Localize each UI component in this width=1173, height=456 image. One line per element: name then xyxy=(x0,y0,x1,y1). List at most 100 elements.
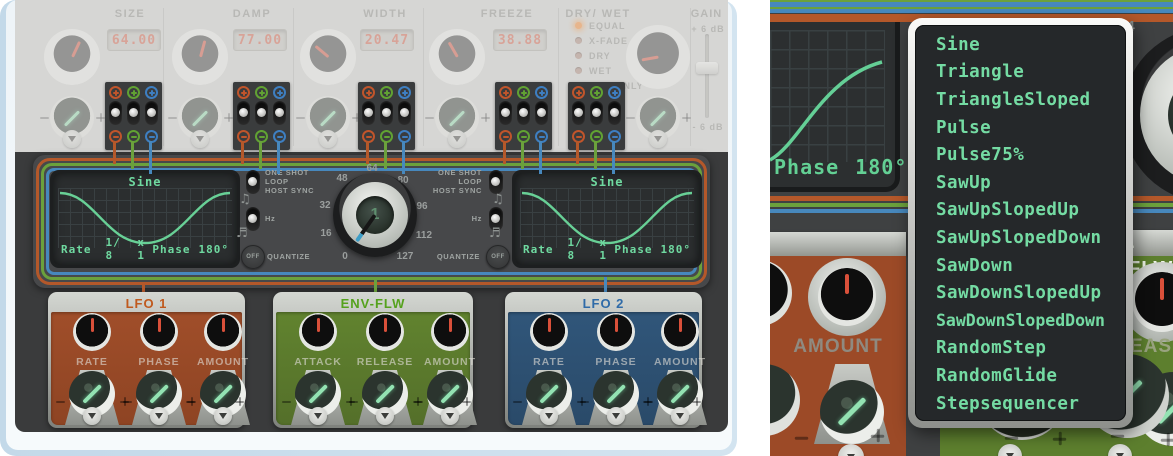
env-amount-knob[interactable] xyxy=(431,313,469,351)
env-target-button[interactable] xyxy=(998,444,1022,456)
lfo2-rate-target-button[interactable] xyxy=(540,407,558,425)
mod-toggle-lfo1[interactable] xyxy=(572,101,585,125)
knob-pointer xyxy=(548,318,551,332)
knob-pointer xyxy=(447,42,458,58)
damp-mod-menu-button[interactable] xyxy=(191,130,209,148)
mod-toggle-lfo1[interactable] xyxy=(237,101,250,125)
lfo1-phase-knob[interactable] xyxy=(140,313,178,351)
lfo1-rate-knob[interactable] xyxy=(73,313,111,351)
phase-value[interactable]: 180° xyxy=(661,243,692,256)
mod-toggle-env[interactable] xyxy=(255,101,268,125)
lfo1-amount-knob[interactable] xyxy=(204,313,242,351)
lfo1-mode-toggle[interactable] xyxy=(246,170,260,194)
lfo1-rate-target-button[interactable] xyxy=(83,407,101,425)
width-knob[interactable] xyxy=(300,29,356,85)
width-mod-menu-button[interactable] xyxy=(319,130,337,148)
lfo1-rate-unit-toggle[interactable] xyxy=(246,207,260,231)
damp-knob[interactable] xyxy=(172,29,228,85)
lfo2-rate-label: RATE xyxy=(517,356,581,368)
mod-toggle-lfo2[interactable] xyxy=(608,101,621,125)
lfo2-mode-toggle[interactable] xyxy=(489,170,503,194)
mod-toggle-lfo2[interactable] xyxy=(398,101,411,125)
size-knob[interactable] xyxy=(44,29,100,85)
size-mod-menu-button[interactable] xyxy=(63,130,81,148)
freeze-mod-menu-button[interactable] xyxy=(448,130,466,148)
mod-toggle-lfo1[interactable] xyxy=(499,101,512,125)
menu-item-sawdownslopedup[interactable]: SawDownSlopedUp xyxy=(915,279,1126,307)
rate-mult-value[interactable]: x 1 xyxy=(137,236,152,262)
env-amount-target-button[interactable] xyxy=(441,407,459,425)
mod-toggle-env[interactable] xyxy=(127,101,140,125)
env-attack-target-button[interactable] xyxy=(309,407,327,425)
mod-toggle-lfo2[interactable] xyxy=(145,101,158,125)
lfo2-amount-knob[interactable] xyxy=(661,313,699,351)
mod-toggle-lfo2[interactable] xyxy=(273,101,286,125)
radio-dry-label: DRY xyxy=(589,51,611,61)
menu-item-sine[interactable]: Sine xyxy=(915,31,1126,59)
mod-toggle-env[interactable] xyxy=(517,101,530,125)
radio-xfade-label: X-FADE xyxy=(589,36,628,46)
lfo1-quantize-button[interactable]: OFF xyxy=(241,245,265,269)
lfo2-panel-body: RATE PHASE AMOUNT xyxy=(508,312,699,425)
lfo2-phase-knob[interactable] xyxy=(597,313,635,351)
menu-item-sawup[interactable]: SawUp xyxy=(915,169,1126,197)
lfo2-amount-target-button[interactable] xyxy=(671,407,689,425)
radio-equal[interactable] xyxy=(575,22,582,29)
menu-item-sawdownslopeddown[interactable]: SawDownSlopedDown xyxy=(915,307,1126,335)
amount-target-button[interactable] xyxy=(838,444,864,456)
menu-item-trianglesloped[interactable]: TriangleSloped xyxy=(915,86,1126,114)
plus-icon xyxy=(398,86,411,99)
drywet-mod-menu-button[interactable] xyxy=(649,130,667,148)
plus-icon xyxy=(237,86,250,99)
minus-icon xyxy=(39,112,50,123)
hz-label: Hz xyxy=(265,214,275,223)
plus-icon xyxy=(590,86,603,99)
phase-value[interactable]: 180° xyxy=(855,155,907,179)
phase-value[interactable]: 180° xyxy=(199,243,230,256)
knob-pointer xyxy=(845,274,849,294)
env-attack-knob[interactable] xyxy=(299,313,337,351)
mod-toggle-lfo1[interactable] xyxy=(362,101,375,125)
rate-value[interactable]: 1/ 8 xyxy=(106,236,126,262)
rate-mult-value[interactable]: x 1 xyxy=(599,236,614,262)
env-release-knob[interactable] xyxy=(366,313,404,351)
radio-xfade[interactable] xyxy=(575,37,582,44)
menu-item-pulse75[interactable]: Pulse75% xyxy=(915,141,1126,169)
env-release-label: RELEASE xyxy=(353,356,417,368)
freeze-knob[interactable] xyxy=(429,29,485,85)
mod-toggle-env[interactable] xyxy=(590,101,603,125)
menu-item-sawdown[interactable]: SawDown xyxy=(915,252,1126,280)
drywet-knob[interactable] xyxy=(626,25,690,89)
mod-toggle-lfo1[interactable] xyxy=(109,101,122,125)
menu-item-randomglide[interactable]: RandomGlide xyxy=(915,362,1126,390)
mod-toggle-env[interactable] xyxy=(380,101,393,125)
minus-icon xyxy=(185,396,196,407)
menu-item-stepsequencer[interactable]: Stepsequencer xyxy=(915,390,1126,418)
mod-toggle-lfo2[interactable] xyxy=(535,101,548,125)
radio-wet[interactable] xyxy=(575,67,582,74)
rate-value[interactable]: 1/ 8 xyxy=(568,236,588,262)
cable-orange xyxy=(576,141,579,164)
env-target-button[interactable] xyxy=(1108,444,1132,456)
minus-icon xyxy=(512,396,523,407)
menu-item-sawupslopeddown[interactable]: SawUpSlopedDown xyxy=(915,224,1126,252)
gain-slider-handle[interactable] xyxy=(696,62,718,74)
env-release-target-button[interactable] xyxy=(376,407,394,425)
radio-dry[interactable] xyxy=(575,52,582,59)
mode-oneshot-label: ONE SHOT xyxy=(265,168,309,177)
lfo1-rate-label: RATE xyxy=(60,356,124,368)
wave-info-row: Rate 1/ 8 x 1 Phase 180° xyxy=(61,236,229,262)
rate-label: Rate xyxy=(61,243,92,256)
lfo2-quantize-button[interactable]: OFF xyxy=(486,245,510,269)
lfo1-phase-target-button[interactable] xyxy=(150,407,168,425)
steps-knob[interactable]: 1 xyxy=(342,182,408,248)
menu-item-randomstep[interactable]: RandomStep xyxy=(915,335,1126,363)
menu-item-pulse[interactable]: Pulse xyxy=(915,114,1126,142)
lfo1-amount-target-button[interactable] xyxy=(214,407,232,425)
lfo2-rate-knob[interactable] xyxy=(530,313,568,351)
menu-item-sawupslopedup[interactable]: SawUpSlopedUp xyxy=(915,197,1126,225)
menu-item-triangle[interactable]: Triangle xyxy=(915,59,1126,87)
lfo2-phase-target-button[interactable] xyxy=(607,407,625,425)
amount-knob[interactable] xyxy=(818,268,876,326)
gain-slider-track[interactable] xyxy=(705,34,709,118)
